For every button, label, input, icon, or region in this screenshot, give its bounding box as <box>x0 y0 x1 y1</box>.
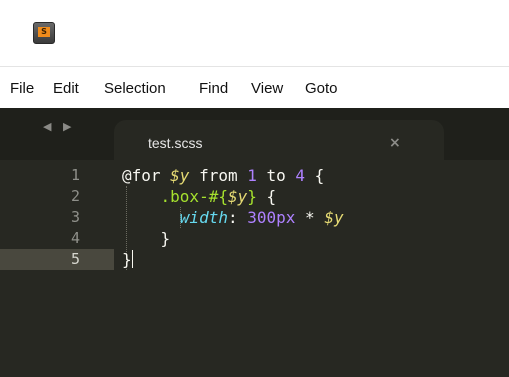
code-line: } <box>122 228 171 249</box>
menu-selection[interactable]: Selection <box>104 80 166 98</box>
code-token: } <box>122 250 132 269</box>
editor-area: ◀ ▶ test.scss × 1 2 3 4 5 @for $y from 1… <box>0 108 509 377</box>
code-token: } <box>122 229 171 248</box>
line-number: 1 <box>70 166 80 184</box>
code-token: 300 <box>247 208 277 227</box>
code-token: * <box>295 208 325 227</box>
code-token: px <box>276 208 296 227</box>
sublime-text-app-icon[interactable]: S <box>33 22 55 44</box>
menu-find[interactable]: Find <box>199 80 228 98</box>
code-token: { <box>256 187 277 206</box>
code-token: $y <box>227 187 248 206</box>
tab-title: test.scss <box>148 135 203 151</box>
line-number-gutter: 1 2 3 4 5 <box>0 160 114 377</box>
code-line: width: 300px * $y <box>122 207 344 228</box>
code-token: from <box>189 166 248 185</box>
code-token: 1 <box>247 166 257 185</box>
code-token: @for <box>122 166 171 185</box>
code-token: } <box>247 187 257 206</box>
code-token: $y <box>170 166 190 185</box>
menu-edit[interactable]: Edit <box>53 80 79 98</box>
line-number: 4 <box>70 229 80 247</box>
code-text-area[interactable]: @for $y from 1 to 4 { .box-#{$y} { width… <box>122 160 509 377</box>
code-token: 4 <box>295 166 306 185</box>
code-line: .box-#{$y} { <box>122 186 277 207</box>
code-token: .box-#{ <box>160 187 228 206</box>
code-token: width <box>179 208 228 227</box>
code-line: } <box>122 249 133 270</box>
code-token: : <box>227 208 248 227</box>
menu-bar: File Edit Selection Find View Goto <box>0 66 509 110</box>
menu-view[interactable]: View <box>251 80 283 98</box>
code-token: to <box>256 166 296 185</box>
close-icon[interactable]: × <box>389 134 401 152</box>
code-line: @for $y from 1 to 4 { <box>122 165 324 186</box>
code-token: { <box>305 166 325 185</box>
line-number: 2 <box>70 187 80 205</box>
text-caret <box>131 250 133 268</box>
line-number: 3 <box>70 208 80 226</box>
title-bar: S <box>0 0 509 65</box>
app-icon-letter: S <box>38 27 50 37</box>
menu-goto[interactable]: Goto <box>305 80 338 98</box>
tab-bar: ◀ ▶ test.scss × <box>0 108 509 160</box>
code-token: $y <box>324 208 344 227</box>
tab-navigation-arrows-icon[interactable]: ◀ ▶ <box>43 120 75 134</box>
menu-file[interactable]: File <box>10 80 34 98</box>
tab-test-scss[interactable]: test.scss × <box>114 120 444 160</box>
line-number-active: 5 <box>70 250 80 268</box>
